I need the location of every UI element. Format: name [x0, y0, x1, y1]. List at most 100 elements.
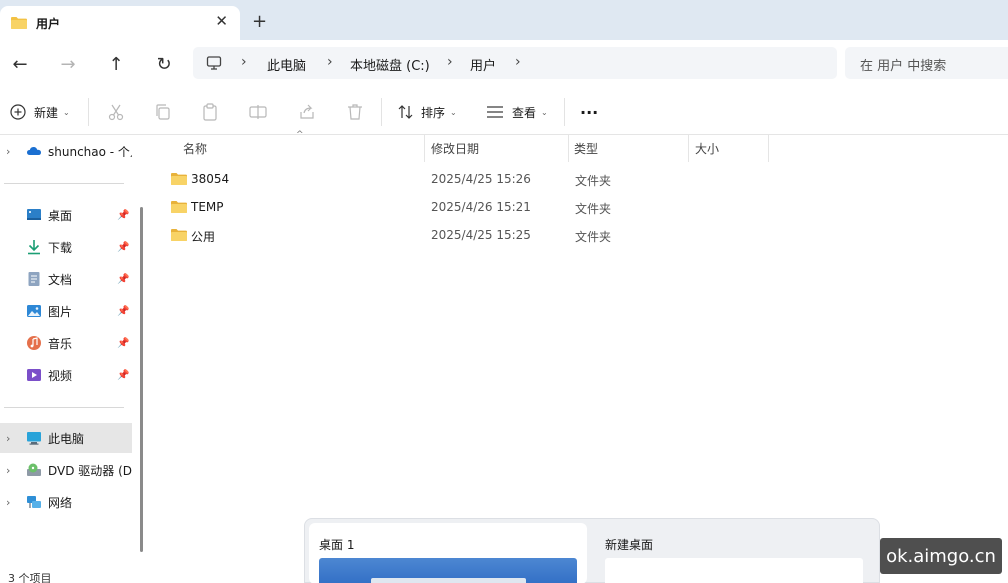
close-tab-icon[interactable]: ✕ [215, 12, 228, 30]
sidebar-item-label: 此电脑 [48, 431, 85, 446]
toolbar-divider [88, 98, 89, 126]
command-bar: 新建 ⌄ 排序 ⌄ 查看 ⌄ ··· [0, 88, 1008, 135]
chevron-down-icon: ⌄ [63, 107, 70, 117]
refresh-button[interactable]: ↻ [152, 52, 176, 76]
sidebar-item-downloads[interactable]: 下载 📌 [0, 232, 132, 262]
chevron-down-icon: ⌄ [450, 107, 457, 117]
rename-icon[interactable] [248, 102, 268, 122]
cloud-icon [27, 147, 41, 155]
sidebar-item-videos[interactable]: 视频 📌 [0, 360, 132, 390]
desktop-thumbnail [319, 558, 577, 583]
trash-icon[interactable] [345, 102, 365, 122]
pin-icon: 📌 [117, 209, 130, 221]
download-icon [28, 240, 40, 255]
table-row[interactable]: 38054 2025/4/25 15:26 文件夹 [160, 166, 720, 194]
file-date: 2025/4/25 15:25 [431, 228, 531, 242]
sidebar-item-onedrive[interactable]: › shunchao - 个人 [0, 136, 132, 166]
paste-icon[interactable] [200, 102, 220, 122]
sidebar-item-music[interactable]: 音乐 📌 [0, 328, 132, 358]
pin-icon: 📌 [117, 305, 130, 317]
documents-icon [28, 272, 40, 286]
breadcrumb-this-pc[interactable]: 此电脑 [267, 55, 306, 74]
back-button[interactable]: ← [8, 52, 32, 76]
new-button[interactable]: 新建 ⌄ [10, 100, 70, 124]
column-divider[interactable] [424, 135, 425, 162]
column-divider[interactable] [688, 135, 689, 162]
sidebar-divider [4, 407, 124, 408]
status-item-count: 3 个项目 [8, 572, 52, 583]
videos-icon [27, 369, 41, 381]
new-desktop-button[interactable]: 新建桌面 [595, 523, 873, 583]
network-icon [27, 496, 41, 508]
breadcrumb-local-disk[interactable]: 本地磁盘 (C:) [350, 55, 430, 74]
pin-icon: 📌 [117, 337, 130, 349]
address-bar[interactable]: › 此电脑 › 本地磁盘 (C:) › 用户 › [193, 47, 837, 79]
tab-bar: 用户 ✕ + [0, 0, 1008, 40]
pin-icon: 📌 [117, 241, 130, 253]
monitor-icon [206, 56, 222, 70]
navigation-scrollbar[interactable] [140, 207, 143, 552]
music-icon [27, 336, 41, 350]
sort-ascending-icon: ^ [296, 130, 304, 140]
desktop-icon [27, 209, 41, 220]
sidebar-item-pictures[interactable]: 图片 📌 [0, 296, 132, 326]
new-label: 新建 [34, 105, 59, 120]
sidebar-item-this-pc[interactable]: › 此电脑 [0, 423, 132, 453]
column-header-size[interactable]: 大小 [695, 140, 719, 157]
watermark-text: ok.aimgo.cn [880, 538, 1002, 574]
forward-button[interactable]: → [56, 52, 80, 76]
sidebar-item-desktop[interactable]: 桌面 📌 [0, 200, 132, 230]
virtual-desktop-1[interactable]: 桌面 1 [309, 523, 587, 583]
view-list-icon [487, 106, 503, 118]
sort-button[interactable]: 排序 ⌄ [397, 100, 457, 124]
column-header-name[interactable]: 名称 [183, 140, 207, 157]
tab-title: 用户 [36, 17, 61, 31]
column-header-date[interactable]: 修改日期 [431, 140, 479, 157]
new-desktop-thumbnail [605, 558, 863, 583]
column-divider[interactable] [768, 135, 769, 162]
folder-icon [171, 201, 187, 213]
pin-icon: 📌 [117, 273, 130, 285]
pin-icon: 📌 [117, 369, 130, 381]
sidebar-item-label: DVD 驱动器 (D [48, 463, 132, 478]
folder-icon [11, 17, 27, 29]
up-button[interactable]: ↑ [104, 52, 128, 76]
chevron-right-icon[interactable]: › [6, 464, 10, 477]
file-name: 公用 [191, 230, 216, 244]
view-button[interactable]: 查看 ⌄ [486, 100, 548, 124]
column-header-type[interactable]: 类型 [574, 140, 598, 157]
column-divider[interactable] [568, 135, 569, 162]
chevron-right-icon[interactable]: › [6, 432, 10, 445]
task-view-panel: 桌面 1 新建桌面 [304, 518, 880, 583]
new-tab-button[interactable]: + [252, 11, 267, 32]
file-name: TEMP [191, 200, 224, 214]
window-thumbnail [371, 578, 526, 583]
breadcrumb-separator[interactable]: › [515, 54, 521, 70]
folder-icon [171, 173, 187, 185]
sort-icon [398, 105, 413, 119]
breadcrumb-separator[interactable]: › [327, 54, 333, 70]
breadcrumb-users[interactable]: 用户 [470, 55, 496, 74]
sidebar-item-documents[interactable]: 文档 📌 [0, 264, 132, 294]
chevron-right-icon[interactable]: › [6, 145, 10, 158]
share-icon[interactable] [297, 102, 317, 122]
plus-circle-icon [10, 104, 26, 120]
cut-icon[interactable] [106, 102, 126, 122]
sidebar-item-label: 网络 [48, 495, 73, 510]
file-type: 文件夹 [575, 230, 612, 244]
chevron-right-icon[interactable]: › [6, 496, 10, 509]
sidebar-item-dvd-drive[interactable]: › DVD 驱动器 (D [0, 455, 132, 485]
table-row[interactable]: 公用 2025/4/25 15:25 文件夹 [160, 222, 720, 250]
tab-users[interactable]: 用户 ✕ [0, 6, 240, 40]
more-options-button[interactable]: ··· [580, 100, 598, 124]
file-date: 2025/4/26 15:21 [431, 200, 531, 214]
search-input[interactable]: 在 用户 中搜索 [845, 47, 1008, 79]
file-list: ^ 名称 修改日期 类型 大小 38054 2025/4/25 15:26 文件… [146, 130, 1008, 583]
copy-icon[interactable] [153, 102, 173, 122]
computer-icon [27, 432, 41, 445]
breadcrumb-separator[interactable]: › [447, 54, 453, 70]
sidebar-item-label: shunchao - 个人 [48, 144, 132, 159]
table-row[interactable]: TEMP 2025/4/26 15:21 文件夹 [160, 194, 720, 222]
sidebar-item-network[interactable]: › 网络 [0, 487, 132, 517]
breadcrumb-separator[interactable]: › [241, 54, 247, 70]
